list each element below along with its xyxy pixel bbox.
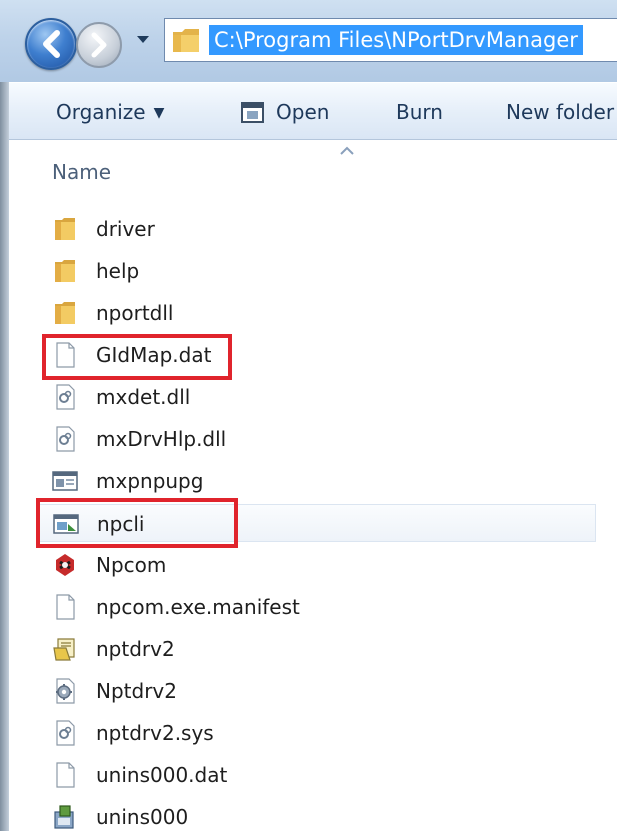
blank-file-icon (56, 762, 75, 788)
navigation-bar: C:\Program Files\NPortDrvManager (0, 0, 617, 82)
file-name: help (96, 259, 140, 283)
file-name: mxDrvHlp.dll (96, 427, 227, 451)
file-name: mxpnpupg (96, 469, 204, 493)
highlight-box-gidmap (42, 334, 232, 380)
folder-icon (55, 260, 75, 282)
file-name: unins000.dat (96, 763, 228, 787)
file-name: mxdet.dll (96, 385, 191, 409)
command-bar: Organize ▼ Open Burn New folder (0, 82, 617, 140)
folder-icon (55, 218, 75, 240)
open-window-icon (241, 102, 264, 123)
file-name: npcom.exe.manifest (96, 595, 300, 619)
list-item[interactable]: mxdet.dll (36, 378, 596, 416)
back-arrow-icon (43, 30, 60, 58)
new-folder-button[interactable]: New folder (506, 97, 614, 127)
list-item[interactable]: nptdrv2.sys (36, 714, 596, 752)
chevron-down-icon: ▼ (153, 105, 165, 121)
list-item[interactable]: help (36, 252, 596, 290)
organize-button[interactable]: Organize ▼ (56, 97, 164, 127)
list-item[interactable]: mxDrvHlp.dll (36, 420, 596, 458)
folder-icon (173, 29, 199, 52)
forward-arrow-icon (91, 32, 107, 58)
dll-file-icon (56, 720, 75, 746)
npcom-app-icon (56, 554, 74, 576)
file-name: nportdll (96, 301, 174, 325)
column-header: Name (0, 140, 617, 202)
list-item[interactable]: unins000.dat (36, 756, 596, 794)
sort-ascending-icon (340, 146, 354, 155)
open-button[interactable]: Open (240, 97, 329, 127)
list-item[interactable]: driver (36, 210, 596, 248)
file-name: unins000 (96, 805, 189, 829)
highlight-box-npcli (36, 498, 238, 548)
organize-label: Organize (56, 100, 146, 124)
list-item[interactable]: Npcom (36, 546, 596, 584)
new-folder-label: New folder (506, 100, 615, 124)
list-item[interactable]: nptdrv2 (36, 630, 596, 668)
list-item[interactable]: unins000 (36, 798, 596, 836)
dll-file-icon (56, 384, 75, 410)
back-button[interactable] (25, 18, 77, 70)
file-name: nptdrv2.sys (96, 721, 214, 745)
application-icon (52, 471, 78, 491)
file-name: Nptdrv2 (96, 679, 177, 703)
file-name: Npcom (96, 553, 167, 577)
list-item[interactable]: npcom.exe.manifest (36, 588, 596, 626)
name-column-header[interactable]: Name (52, 160, 111, 184)
config-gear-icon (56, 678, 75, 704)
navigation-pane-edge (0, 82, 9, 831)
file-name: driver (96, 217, 155, 241)
address-bar[interactable]: C:\Program Files\NPortDrvManager (164, 18, 617, 62)
recent-pages-chevron-down-icon[interactable] (136, 34, 150, 46)
open-label: Open (276, 100, 330, 124)
list-item[interactable]: mxpnpupg (36, 462, 596, 500)
list-item[interactable]: nportdll (36, 294, 596, 332)
forward-button[interactable] (76, 22, 122, 68)
file-name: nptdrv2 (96, 637, 175, 661)
uninstaller-icon (54, 805, 74, 829)
dll-file-icon (56, 426, 75, 452)
setup-info-icon (53, 638, 75, 661)
blank-file-icon (56, 594, 75, 620)
burn-button[interactable]: Burn (396, 97, 443, 127)
burn-label: Burn (396, 100, 443, 124)
address-path-text[interactable]: C:\Program Files\NPortDrvManager (209, 25, 583, 55)
folder-icon (55, 302, 75, 324)
list-item[interactable]: Nptdrv2 (36, 672, 596, 710)
